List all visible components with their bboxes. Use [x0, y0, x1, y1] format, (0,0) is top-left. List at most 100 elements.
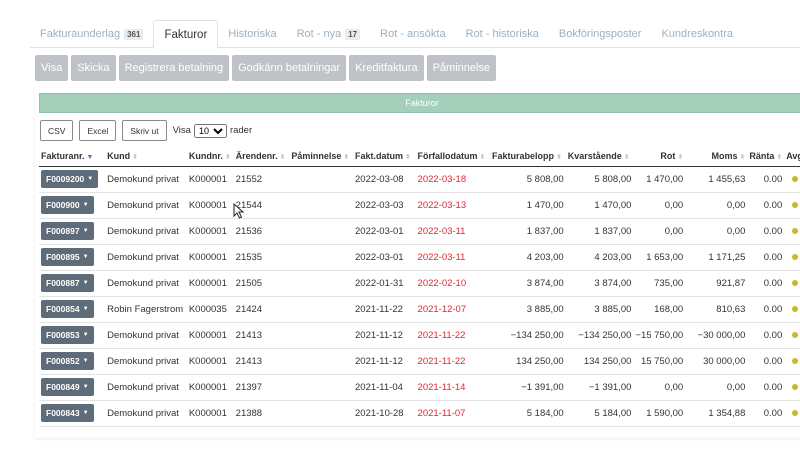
invoice-number-label: F000900 — [46, 200, 80, 210]
cell-fee — [784, 244, 800, 271]
col-header-faktdatum[interactable]: Fakt.datum ⬍ — [353, 146, 416, 167]
sort-icon: ⬍ — [479, 153, 486, 161]
mouse-cursor-icon — [233, 203, 245, 219]
tab-fakturor[interactable]: Fakturor — [153, 20, 219, 49]
caret-down-icon: ▼ — [82, 358, 89, 364]
col-header-kund[interactable]: Kund ⬍ — [105, 146, 187, 167]
cell-fee — [784, 400, 800, 427]
reminder-button[interactable]: Påminnelse — [426, 55, 497, 81]
cell-remaining: 134 250,00 — [565, 348, 634, 375]
csv-export-button[interactable]: CSV — [40, 120, 74, 141]
cell-invoice-date: 2022-03-01 — [353, 244, 416, 271]
caret-down-icon: ▼ — [82, 384, 89, 390]
send-button[interactable]: Skicka — [71, 55, 116, 81]
col-header-arendenr[interactable]: Ärendenr. ⬍ — [233, 146, 290, 167]
col-header-label: Kvarstående — [567, 150, 622, 161]
cell-vat: 810,63 — [685, 296, 748, 323]
cell-invoice-number: F000897 ▼ — [39, 218, 106, 245]
cell-customer: Demokund privat — [105, 374, 187, 401]
cell-rot: 1 653,00 — [633, 244, 686, 271]
col-header-kundnr[interactable]: Kundnr. ⬍ — [186, 146, 234, 167]
cell-rot: 0,00 — [633, 218, 686, 245]
tab-historiska[interactable]: Historiska — [218, 20, 286, 48]
cell-reminder — [289, 166, 353, 193]
tab-rot-historiska[interactable]: Rot - historiska — [456, 20, 549, 48]
cell-rot: 0,00 — [633, 192, 686, 219]
register-payment-button[interactable]: Registrera betalning — [118, 55, 230, 81]
invoice-number-label: F000853 — [46, 330, 80, 340]
col-header-forfallodatum[interactable]: Förfallodatum ⬍ — [415, 146, 491, 167]
col-header-moms[interactable]: Moms ⬍ — [685, 146, 748, 167]
cell-due-date: 2022-03-18 — [415, 166, 491, 193]
col-header-label: Moms — [711, 150, 738, 161]
cell-reminder — [289, 218, 353, 245]
cell-case-number: 21413 — [233, 322, 290, 349]
approve-payments-button[interactable]: Godkänn betalningar — [232, 55, 347, 81]
col-header-avg[interactable]: Avg — [784, 146, 800, 167]
invoice-number-button[interactable]: F000897 ▼ — [41, 222, 94, 240]
table-row: F000852 ▼ Demokund privat K000001 21413 2021-… — [39, 348, 800, 375]
tab-bar: Fakturaunderlag 361 Fakturor Historiska … — [30, 20, 800, 49]
invoice-number-button[interactable]: F000843 ▼ — [41, 404, 94, 422]
cell-reminder — [289, 270, 353, 297]
table-row: F000895 ▼ Demokund privat K000001 21535 2022-… — [39, 244, 800, 271]
cell-customer: Demokund privat — [105, 192, 187, 219]
cell-customer: Demokund privat — [105, 244, 187, 271]
tab-label: Fakturaunderlag — [40, 28, 121, 40]
tab-bokforingsposter[interactable]: Bokföringsposter — [549, 20, 652, 48]
print-button[interactable]: Skriv ut — [122, 120, 167, 141]
count-badge: 17 — [345, 28, 361, 40]
caret-down-icon: ▼ — [82, 228, 89, 234]
invoice-number-button[interactable]: F0009200 ▼ — [41, 170, 99, 188]
cell-invoice-number: F0009200 ▼ — [39, 166, 106, 193]
invoice-number-button[interactable]: F000895 ▼ — [41, 248, 94, 266]
invoice-number-button[interactable]: F000854 ▼ — [41, 300, 94, 318]
cell-customer-number: K000035 — [186, 296, 234, 323]
excel-export-button[interactable]: Excel — [79, 120, 117, 141]
invoice-number-button[interactable]: F000853 ▼ — [41, 326, 94, 344]
cell-fee — [784, 218, 800, 245]
col-header-label: Fakturabelopp — [492, 150, 555, 161]
tab-fakturaunderlag[interactable]: Fakturaunderlag 361 — [30, 20, 153, 48]
cell-reminder — [289, 374, 353, 401]
col-header-fakturanr[interactable]: Fakturanr. ▼ — [39, 146, 106, 167]
show-button[interactable]: Visa — [35, 55, 69, 81]
col-header-kvarstaende[interactable]: Kvarstående ⬍ — [565, 146, 634, 167]
tab-label: Rot - historiska — [465, 28, 539, 40]
cell-invoice-number: F000887 ▼ — [39, 270, 106, 297]
invoice-number-button[interactable]: F000852 ▼ — [41, 352, 94, 370]
tab-rot-nya[interactable]: Rot - nya 17 — [287, 20, 371, 48]
cell-remaining: 5 808,00 — [565, 166, 634, 193]
cell-remaining: 1 470,00 — [565, 192, 634, 219]
col-header-rot[interactable]: Rot ⬍ — [633, 146, 686, 167]
tab-label: Bokföringsposter — [558, 28, 642, 40]
cell-customer: Demokund privat — [105, 270, 187, 297]
cell-invoice-date: 2022-03-03 — [353, 192, 416, 219]
invoice-number-button[interactable]: F000849 ▼ — [41, 378, 94, 396]
tab-rot-ansokta[interactable]: Rot - ansökta — [370, 20, 455, 48]
cell-customer-number: K000001 — [186, 218, 234, 245]
cell-customer: Demokund privat — [105, 400, 187, 427]
cell-case-number: 21413 — [233, 348, 290, 375]
cell-customer: Robin Fagerstrom — [105, 296, 187, 323]
sort-icon: ⬍ — [556, 153, 562, 161]
col-header-paminnelse[interactable]: Påminnelse ⬍ — [289, 146, 353, 167]
cell-customer-number: K000001 — [186, 374, 234, 401]
col-header-label: Fakturanr. — [41, 150, 85, 161]
tab-kundreskontra[interactable]: Kundreskontra — [651, 20, 743, 48]
status-dot-icon — [792, 201, 799, 208]
caret-down-icon: ▼ — [82, 410, 89, 416]
cell-fee — [784, 192, 800, 219]
col-header-ranta[interactable]: Ränta ⬍ — [747, 146, 785, 167]
col-header-fakturabelopp[interactable]: Fakturabelopp ⬍ — [490, 146, 566, 167]
cell-remaining: 3 885,00 — [565, 296, 634, 323]
cell-fee — [784, 322, 800, 349]
cell-customer: Demokund privat — [105, 218, 187, 245]
cell-remaining: 5 184,00 — [565, 400, 634, 427]
invoice-number-button[interactable]: F000887 ▼ — [41, 274, 94, 292]
credit-invoice-button[interactable]: Kreditfaktura — [349, 55, 424, 81]
invoice-number-button[interactable]: F000900 ▼ — [41, 196, 94, 214]
page-size-select[interactable]: 10 — [193, 123, 227, 138]
col-header-label: Avg — [786, 150, 800, 161]
cell-case-number: 21552 — [233, 166, 290, 193]
